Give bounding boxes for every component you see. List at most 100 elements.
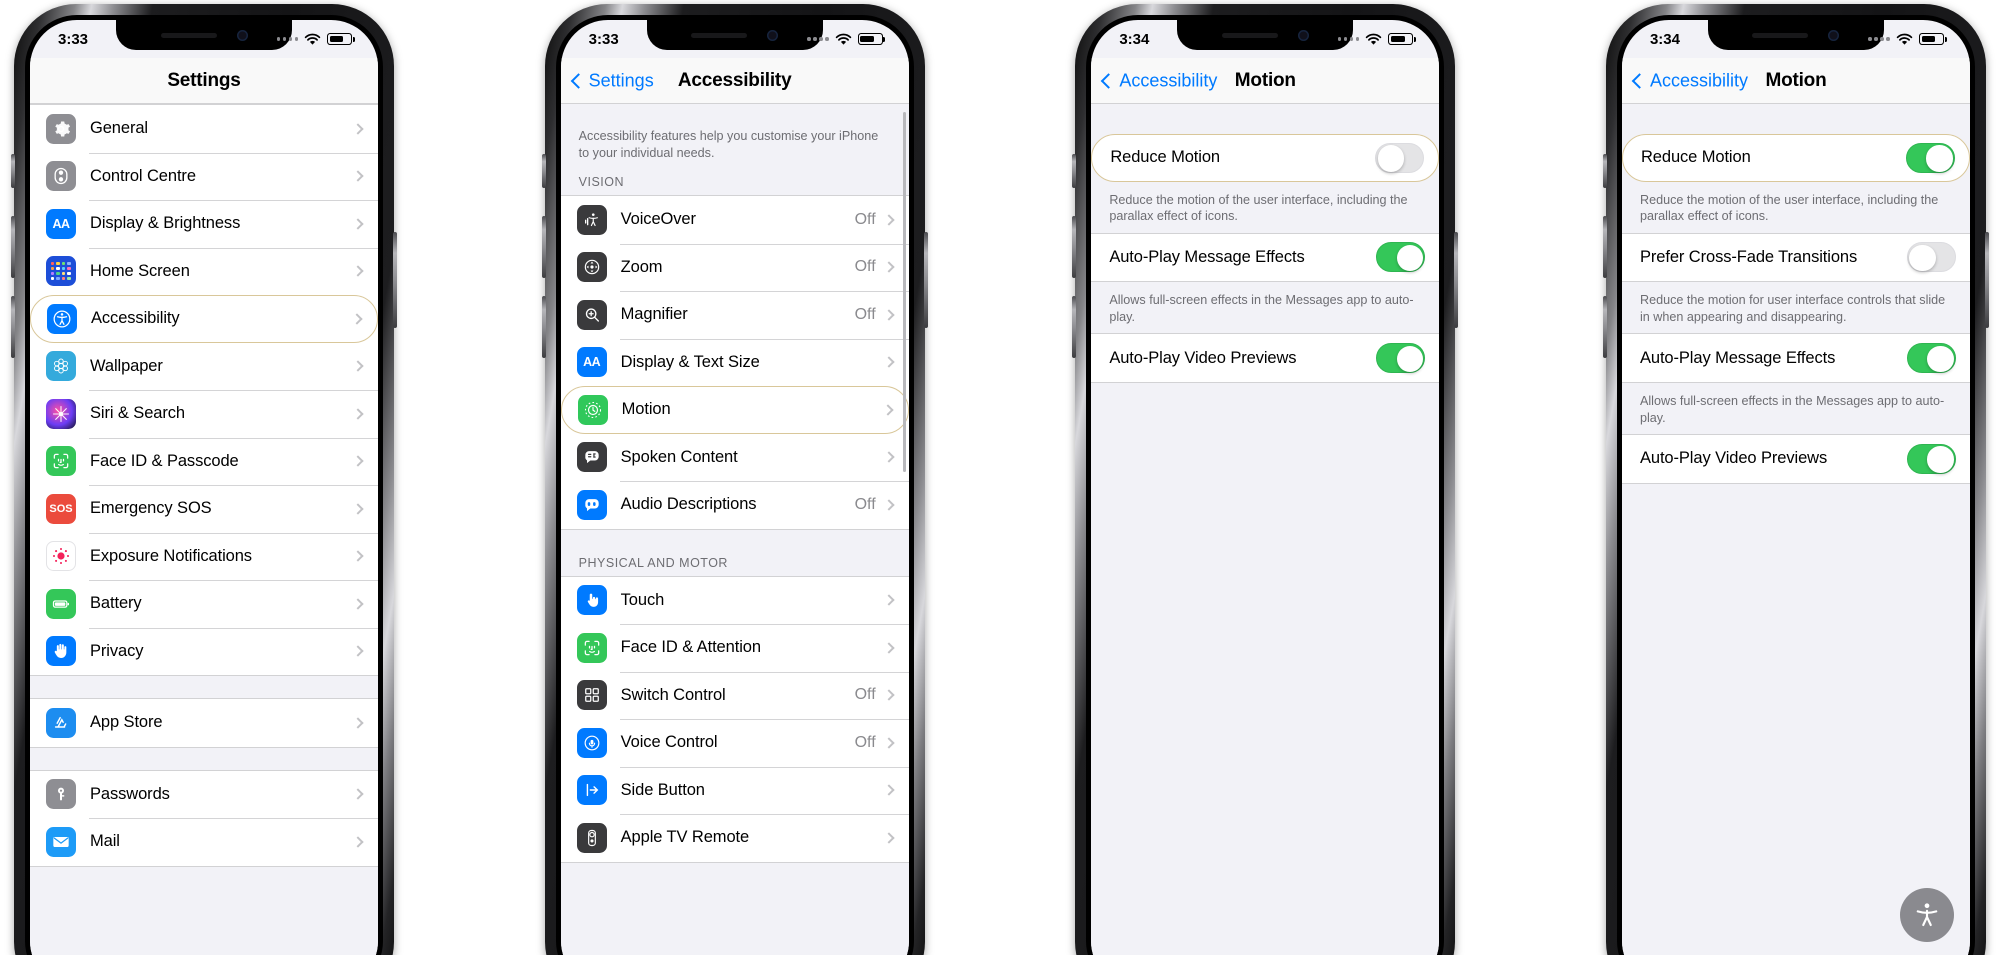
wifi-icon [304, 33, 321, 46]
motion-list[interactable]: Reduce Motion Reduce the motion of the u… [1621, 104, 1970, 955]
row-label: Auto-Play Video Previews [1639, 449, 1828, 468]
silence-switch[interactable] [11, 154, 15, 188]
volume-up-button[interactable] [11, 216, 15, 278]
face-id-icon [46, 446, 76, 477]
accessibility-assistive-touch-icon[interactable] [1899, 888, 1954, 942]
accessibility-list[interactable]: Accessibility features help you customis… [560, 104, 909, 955]
back-button[interactable]: Accessibility [1101, 70, 1217, 91]
row-value: Off [854, 733, 876, 751]
settings-group-2: App Store [30, 698, 378, 748]
status-indicators [276, 33, 355, 46]
power-button[interactable] [923, 232, 928, 328]
power-button[interactable] [1454, 232, 1459, 328]
side-button-icon [576, 775, 607, 806]
row-label: Home Screen [90, 261, 190, 280]
section-header-vision: VISION [578, 175, 625, 190]
power-button[interactable] [393, 232, 397, 328]
settings-row-privacy[interactable]: Privacy [30, 627, 378, 675]
battery-icon [327, 33, 355, 45]
accessibility-row-side-button[interactable]: Side Button [560, 766, 909, 815]
chevron-right-icon [352, 503, 364, 515]
volume-down-button[interactable] [1072, 296, 1077, 358]
settings-row-wallpaper[interactable]: Wallpaper [30, 342, 378, 390]
volume-up-button[interactable] [541, 216, 546, 278]
exposure-icon [46, 541, 76, 572]
status-bar: 3:34 [1091, 20, 1439, 58]
auto-play-message-effects-toggle[interactable] [1906, 343, 1956, 374]
accessibility-row-zoom[interactable]: Zoom Off [560, 243, 909, 292]
chevron-right-icon [352, 360, 364, 372]
nav-bar: Settings Accessibility [560, 58, 909, 104]
phone-bezel: 3:33 Settings General Control Centre AA … [25, 15, 383, 955]
accessibility-row-display-text-size[interactable]: AA Display & Text Size [560, 338, 909, 387]
settings-row-home-screen[interactable]: Home Screen [30, 247, 378, 295]
settings-row-accessibility[interactable]: Accessibility [30, 295, 378, 343]
phone-bezel: 3:33 Settings Accessibility Accessibilit… [555, 15, 914, 955]
volume-up-button[interactable] [1602, 216, 1607, 278]
accessibility-row-voiceover[interactable]: VoiceOver Off [560, 196, 909, 244]
row-label: Control Centre [90, 166, 196, 185]
accessibility-row-magnifier[interactable]: Magnifier Off [560, 291, 909, 339]
row-label: Voice Control [620, 733, 718, 752]
battery-icon [1388, 33, 1416, 45]
settings-row-face-id-passcode[interactable]: Face ID & Passcode [30, 437, 378, 485]
settings-list[interactable]: General Control Centre AA Display & Brig… [30, 104, 378, 955]
row-label: VoiceOver [620, 210, 696, 229]
settings-row-exposure-notifications[interactable]: Exposure Notifications [30, 532, 378, 580]
toggle-row-reduce-motion[interactable]: Reduce Motion [1621, 134, 1970, 182]
prefer-cross-fade-transitions-toggle[interactable] [1906, 242, 1956, 273]
top-spacer [1621, 104, 1970, 134]
volume-down-button[interactable] [1602, 296, 1607, 358]
auto-play-video-previews-toggle[interactable] [1906, 443, 1956, 474]
wallpaper-icon [46, 351, 76, 382]
accessibility-row-motion[interactable]: Motion [560, 386, 909, 434]
toggle-row-auto-play-video-previews[interactable]: Auto-Play Video Previews [1091, 334, 1440, 382]
toggle-row-auto-play-video-previews[interactable]: Auto-Play Video Previews [1621, 435, 1970, 483]
auto-play-video-previews-toggle[interactable] [1376, 343, 1426, 374]
toggle-row-auto-play-message-effects[interactable]: Auto-Play Message Effects [1091, 233, 1440, 282]
accessibility-row-face-id-attention[interactable]: Face ID & Attention [560, 624, 909, 672]
silence-switch[interactable] [1602, 154, 1607, 188]
back-button[interactable]: Accessibility [1631, 70, 1748, 91]
volume-down-button[interactable] [541, 296, 546, 358]
silence-switch[interactable] [541, 154, 546, 188]
auto-play-message-effects-toggle[interactable] [1376, 242, 1426, 273]
chevron-right-icon [882, 261, 895, 274]
settings-row-mail[interactable]: Mail [30, 818, 378, 866]
row-label: Face ID & Attention [620, 638, 761, 657]
back-button[interactable]: Settings [570, 70, 654, 91]
accessibility-row-voice-control[interactable]: Voice Control Off [560, 719, 909, 767]
motion-list[interactable]: Reduce Motion Reduce the motion of the u… [1091, 104, 1440, 955]
reduce-motion-toggle[interactable] [1905, 142, 1955, 173]
settings-row-control-centre[interactable]: Control Centre [30, 152, 378, 200]
power-button[interactable] [1984, 232, 1989, 328]
settings-row-display-brightness[interactable]: AA Display & Brightness [30, 200, 378, 248]
accessibility-row-touch[interactable]: Touch [560, 576, 909, 625]
accessibility-row-spoken-content[interactable]: Spoken Content [560, 433, 909, 482]
scrollbar-thumb[interactable] [903, 112, 907, 472]
chevron-right-icon [352, 645, 364, 657]
silence-switch[interactable] [1072, 154, 1077, 188]
settings-row-passwords[interactable]: Passwords [30, 770, 378, 818]
row-label: Reduce Motion [1640, 148, 1751, 167]
chevron-right-icon [881, 404, 894, 416]
toggle-row-prefer-cross-fade-transitions[interactable]: Prefer Cross-Fade Transitions [1621, 233, 1970, 282]
settings-row-emergency-sos[interactable]: SOS Emergency SOS [30, 485, 378, 533]
settings-row-app-store[interactable]: App Store [30, 699, 378, 747]
volume-up-button[interactable] [1072, 216, 1077, 278]
chevron-left-icon [1631, 72, 1648, 89]
accessibility-row-apple-tv-remote[interactable]: Apple TV Remote [560, 814, 909, 862]
toggle-row-auto-play-message-effects[interactable]: Auto-Play Message Effects [1621, 334, 1970, 382]
toggle-row-reduce-motion[interactable]: Reduce Motion [1091, 134, 1440, 182]
row-label: Touch [620, 590, 665, 609]
reduce-motion-toggle[interactable] [1375, 142, 1425, 173]
volume-down-button[interactable] [11, 296, 15, 358]
settings-row-battery[interactable]: Battery [30, 580, 378, 628]
accessibility-row-switch-control[interactable]: Switch Control Off [560, 671, 909, 720]
accessibility-row-audio-descriptions[interactable]: Audio Descriptions Off [560, 481, 909, 529]
row-label: Auto-Play Message Effects [1639, 348, 1836, 367]
nav-bar: Accessibility Motion [1091, 58, 1440, 104]
row-value: Off [854, 258, 876, 276]
settings-row-siri-search[interactable]: Siri & Search [30, 390, 378, 438]
settings-row-general[interactable]: General [30, 105, 378, 153]
